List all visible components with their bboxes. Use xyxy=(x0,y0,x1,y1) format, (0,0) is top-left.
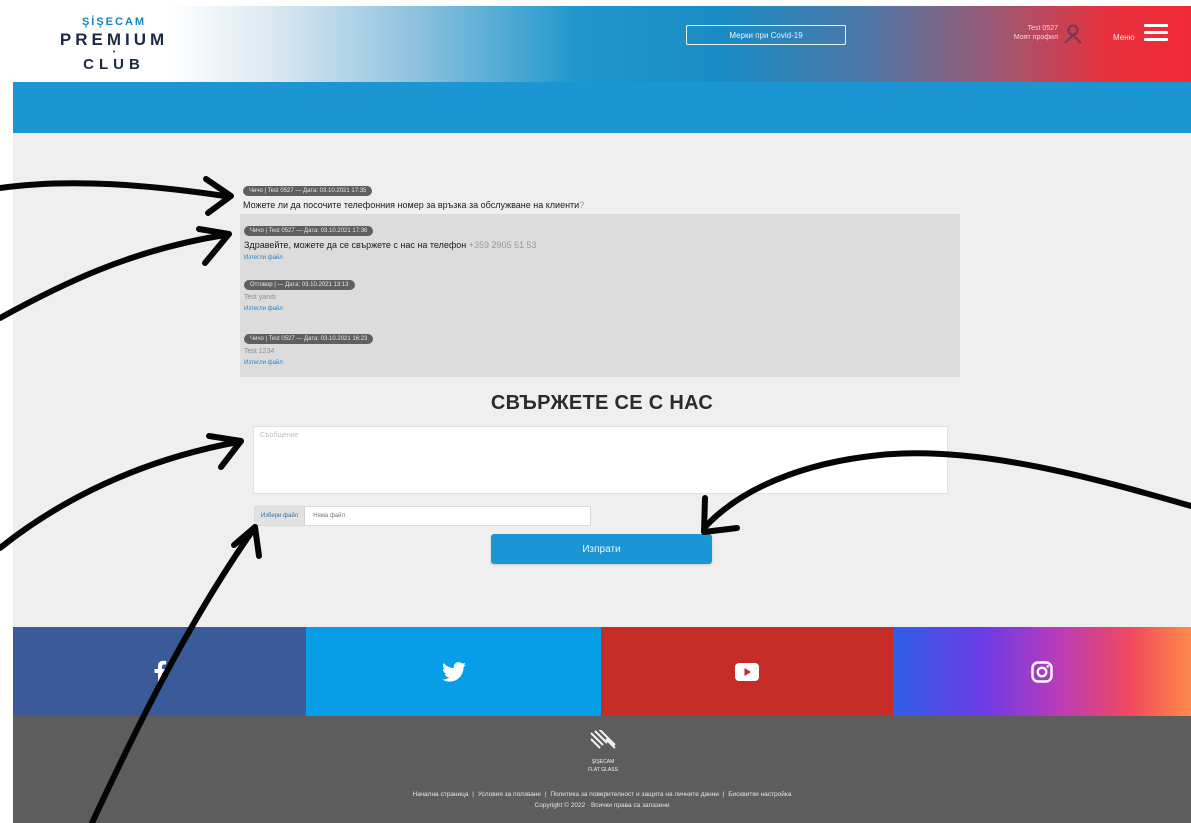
reply-text: Test 1234 xyxy=(244,348,275,355)
user-name: Test 0527 xyxy=(1027,25,1058,32)
footer-copyright: Copyright © 2022 · Всички права са запаз… xyxy=(534,802,670,809)
hero-band xyxy=(13,82,1191,133)
no-file-label: Няма файл xyxy=(313,513,346,519)
question-text: Можете ли да посочите телефонния номер з… xyxy=(243,200,580,210)
download-file-link[interactable]: Изтегли файл xyxy=(244,360,373,366)
reply-phone: +359 2905 51 53 xyxy=(468,240,537,250)
social-bar xyxy=(13,627,1191,716)
send-button[interactable]: Изпрати xyxy=(491,534,712,564)
menu-label[interactable]: Меню xyxy=(1113,33,1135,42)
premium-club-logo[interactable]: ŞİŞECAM PREMIUM • CLUB xyxy=(49,16,179,73)
question-message: Чичо | Test 0527 — Дата: 03.10.2021 17:3… xyxy=(243,179,963,210)
logo-brand: ŞİŞECAM xyxy=(81,16,147,28)
message-text: Можете ли да посочите телефонния номер з… xyxy=(243,200,963,210)
choose-file-button[interactable]: Избери файл xyxy=(255,507,306,525)
user-account-link[interactable]: Test 0527 Моят профил xyxy=(1008,24,1058,42)
footer-link-terms[interactable]: Условия за ползване xyxy=(478,791,541,798)
reply-text: Здравейте, можете да се свържете с нас н… xyxy=(244,240,537,250)
message-textarea[interactable]: Съобщение xyxy=(253,426,948,494)
footer-brand-line1: ŞİŞECAM xyxy=(591,759,615,765)
covid-info-button[interactable]: Мерки при Covid-19 xyxy=(686,25,846,45)
page: ŞİŞECAM PREMIUM • CLUB Мерки при Covid-1… xyxy=(0,0,1191,823)
message-meta-tag: Чичо | Test 0527 — Дата: 03.10.2021 17:3… xyxy=(243,186,373,196)
reply-item: Чичо | Test 0527 — Дата: 03.10.2021 16:2… xyxy=(244,327,374,366)
sisecam-flat-glass-logo-icon xyxy=(590,728,616,749)
file-upload-field[interactable]: Избери файл Няма файл xyxy=(254,506,591,526)
instagram-link[interactable] xyxy=(893,627,1191,716)
logo-premium: PREMIUM xyxy=(59,30,169,49)
footer-link-cookies[interactable]: Бисквитки настройка xyxy=(728,791,791,798)
facebook-link[interactable] xyxy=(13,627,306,716)
facebook-icon xyxy=(154,660,166,684)
site-header: ŞİŞECAM PREMIUM • CLUB Мерки при Covid-1… xyxy=(13,6,1191,82)
user-subtitle: Моят профил xyxy=(1013,34,1058,41)
footer-link-privacy[interactable]: Политика за поверителност и защита на ли… xyxy=(550,791,719,798)
logo-club: CLUB xyxy=(83,56,145,73)
youtube-link[interactable] xyxy=(601,627,893,716)
question-suffix: ? xyxy=(579,200,585,210)
user-icon[interactable] xyxy=(1064,24,1082,44)
message-meta-tag: Чичо | Test 0527 — Дата: 03.10.2021 16:2… xyxy=(244,334,374,344)
footer-logo: ŞİŞECAM FLAT GLASS xyxy=(578,728,628,773)
twitter-link[interactable] xyxy=(306,627,601,716)
contact-title: СВЪРЖЕТЕ СЕ С НАС xyxy=(490,392,714,414)
hamburger-menu-icon[interactable] xyxy=(1144,24,1168,42)
site-footer: ŞİŞECAM FLAT GLASS Начална страница | Ус… xyxy=(13,716,1191,823)
replies-panel: Чичо | Test 0527 — Дата: 03.10.2021 17:3… xyxy=(240,214,960,377)
message-placeholder: Съобщение xyxy=(260,432,299,439)
reply-text-body: Здравейте, можете да се свържете с нас н… xyxy=(244,240,467,250)
message-meta-tag: Отговор | — Дата: 03.10.2021 13:13 xyxy=(244,280,355,290)
download-file-link[interactable]: Изтегли файл xyxy=(244,255,537,261)
footer-links: Начална страница | Условия за ползване |… xyxy=(412,791,792,798)
reply-item: Отговор | — Дата: 03.10.2021 13:13 Test … xyxy=(244,273,355,312)
footer-brand-line2: FLAT GLASS xyxy=(588,767,618,773)
instagram-icon xyxy=(1031,660,1053,683)
download-file-link[interactable]: Изтегли файл xyxy=(244,306,355,312)
reply-text: Test yanıtı xyxy=(244,294,276,301)
youtube-icon xyxy=(735,662,759,681)
message-meta-tag: Чичо | Test 0527 — Дата: 03.10.2021 17:3… xyxy=(244,226,374,236)
main-content: Чичо | Test 0527 — Дата: 03.10.2021 17:3… xyxy=(13,133,1191,627)
footer-link-home[interactable]: Начална страница xyxy=(413,791,469,798)
twitter-icon xyxy=(441,661,466,682)
reply-item: Чичо | Test 0527 — Дата: 03.10.2021 17:3… xyxy=(244,219,537,261)
